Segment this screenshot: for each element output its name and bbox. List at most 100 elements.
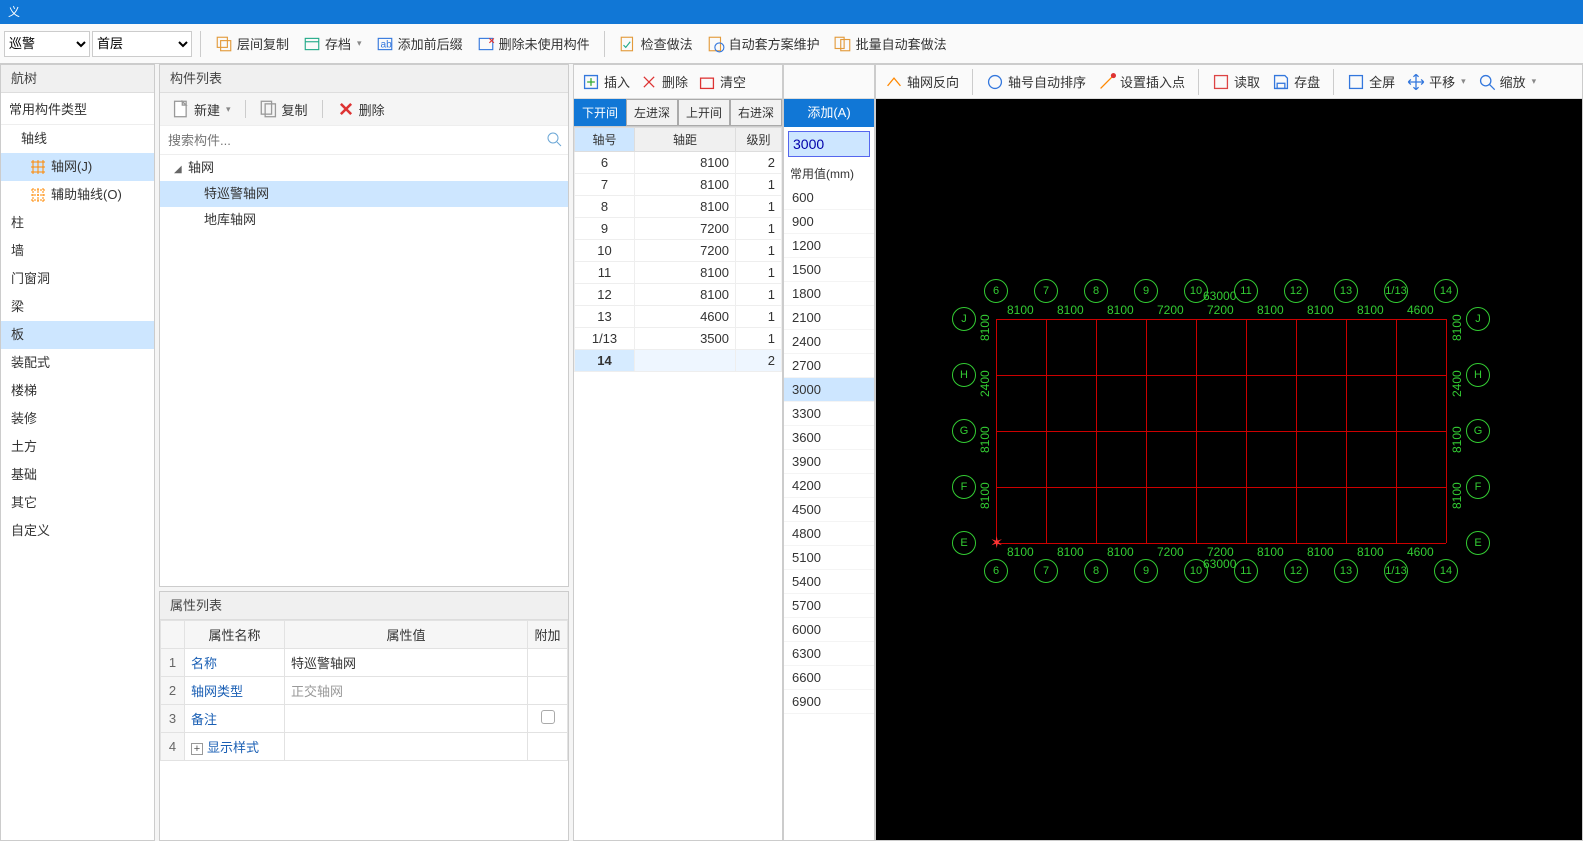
axis-col-distance[interactable]: 轴距 xyxy=(635,128,736,152)
add-value-input[interactable] xyxy=(789,132,869,156)
axis-row[interactable]: 14 2 xyxy=(575,350,782,372)
nav-prefab[interactable]: 装配式 xyxy=(1,349,154,377)
common-value-item[interactable]: 3600 xyxy=(784,426,874,450)
axis-distance[interactable]: 3500 xyxy=(635,328,736,350)
axis-number[interactable]: 6 xyxy=(575,152,635,174)
tree-leaf-selected[interactable]: 特巡警轴网 xyxy=(160,181,568,207)
save-button[interactable]: 存盘 xyxy=(1267,68,1325,96)
prop-extra[interactable] xyxy=(528,733,568,761)
common-value-item[interactable]: 1500 xyxy=(784,258,874,282)
pan-button[interactable]: 平移▾ xyxy=(1402,68,1471,96)
search-input[interactable] xyxy=(160,126,568,154)
new-button[interactable]: 新建▾ xyxy=(166,97,237,121)
axis-col-level[interactable]: 级别 xyxy=(736,128,782,152)
nav-decoration[interactable]: 装修 xyxy=(1,405,154,433)
axis-level[interactable]: 2 xyxy=(736,350,782,372)
axis-row[interactable]: 8 8100 1 xyxy=(575,196,782,218)
property-row[interactable]: 3 备注 xyxy=(161,705,568,733)
delete-axis-button[interactable]: 删除 xyxy=(636,68,692,96)
common-value-item[interactable]: 3900 xyxy=(784,450,874,474)
nav-other[interactable]: 其它 xyxy=(1,489,154,517)
common-value-item[interactable]: 4500 xyxy=(784,498,874,522)
common-value-item[interactable]: 3000 xyxy=(784,378,874,402)
axis-number[interactable]: 10 xyxy=(575,240,635,262)
common-value-item[interactable]: 2700 xyxy=(784,354,874,378)
axis-distance[interactable]: 4600 xyxy=(635,306,736,328)
delete-unused-button[interactable]: 删除未使用构件 xyxy=(471,30,596,58)
tab-bottom-bay[interactable]: 下开间 xyxy=(574,99,626,126)
collapse-icon[interactable]: ◢ xyxy=(174,157,184,183)
axis-distance[interactable]: 8100 xyxy=(635,152,736,174)
axis-level[interactable]: 1 xyxy=(736,174,782,196)
prop-extra[interactable] xyxy=(528,649,568,677)
common-value-item[interactable]: 1800 xyxy=(784,282,874,306)
expand-icon[interactable]: + xyxy=(191,743,203,755)
nav-custom[interactable]: 自定义 xyxy=(1,517,154,545)
axis-number[interactable]: 7 xyxy=(575,174,635,196)
nav-beam[interactable]: 梁 xyxy=(1,293,154,321)
axis-number[interactable]: 9 xyxy=(575,218,635,240)
nav-aux-axis[interactable]: 辅助轴线(O) xyxy=(1,181,154,209)
axis-distance[interactable]: 7200 xyxy=(635,240,736,262)
axis-number[interactable]: 8 xyxy=(575,196,635,218)
common-value-item[interactable]: 600 xyxy=(784,186,874,210)
axis-number[interactable]: 12 xyxy=(575,284,635,306)
axis-col-number[interactable]: 轴号 xyxy=(575,128,635,152)
common-value-item[interactable]: 2100 xyxy=(784,306,874,330)
common-value-item[interactable]: 2400 xyxy=(784,330,874,354)
common-value-item[interactable]: 5400 xyxy=(784,570,874,594)
axis-number[interactable]: 11 xyxy=(575,262,635,284)
insert-button[interactable]: 插入 xyxy=(578,68,634,96)
axis-distance[interactable]: 8100 xyxy=(635,174,736,196)
axis-row[interactable]: 12 8100 1 xyxy=(575,284,782,306)
auto-scheme-button[interactable]: 自动套方案维护 xyxy=(701,30,826,58)
common-value-item[interactable]: 5700 xyxy=(784,594,874,618)
axis-level[interactable]: 1 xyxy=(736,284,782,306)
property-row[interactable]: 2 轴网类型 正交轴网 xyxy=(161,677,568,705)
common-value-item[interactable]: 6900 xyxy=(784,690,874,714)
axis-row[interactable]: 6 8100 2 xyxy=(575,152,782,174)
axis-number[interactable]: 1/13 xyxy=(575,328,635,350)
axis-level[interactable]: 1 xyxy=(736,240,782,262)
common-value-item[interactable]: 4800 xyxy=(784,522,874,546)
check-method-button[interactable]: 检查做法 xyxy=(613,30,699,58)
copy-floors-button[interactable]: 层间复制 xyxy=(209,30,295,58)
prop-value[interactable] xyxy=(285,733,528,761)
checkbox[interactable] xyxy=(541,710,555,724)
axis-distance[interactable]: 8100 xyxy=(635,196,736,218)
nav-column[interactable]: 柱 xyxy=(1,209,154,237)
prop-value[interactable]: 正交轴网 xyxy=(285,677,528,705)
axis-distance[interactable]: 8100 xyxy=(635,284,736,306)
archive-button[interactable]: 存档▾ xyxy=(297,30,368,58)
axis-level[interactable]: 2 xyxy=(736,152,782,174)
clear-button[interactable]: 清空 xyxy=(694,68,750,96)
drawing-canvas[interactable]: 6681008100778100810088810081009972007200… xyxy=(876,99,1582,840)
axis-level[interactable]: 1 xyxy=(736,306,782,328)
axis-row[interactable]: 11 8100 1 xyxy=(575,262,782,284)
add-prefix-suffix-button[interactable]: ab添加前后缀 xyxy=(370,30,469,58)
axis-level[interactable]: 1 xyxy=(736,196,782,218)
search-icon[interactable] xyxy=(546,131,562,150)
auto-number-button[interactable]: 轴号自动排序 xyxy=(981,68,1091,96)
delete-button[interactable]: 删除 xyxy=(331,97,391,121)
axis-row[interactable]: 7 8100 1 xyxy=(575,174,782,196)
nav-foundation[interactable]: 基础 xyxy=(1,461,154,489)
set-insert-point-button[interactable]: 设置插入点 xyxy=(1093,68,1190,96)
axis-level[interactable]: 1 xyxy=(736,262,782,284)
axis-row[interactable]: 1/13 3500 1 xyxy=(575,328,782,350)
nav-earthwork[interactable]: 土方 xyxy=(1,433,154,461)
common-value-item[interactable]: 5100 xyxy=(784,546,874,570)
prop-extra[interactable] xyxy=(528,705,568,733)
prop-value[interactable] xyxy=(285,705,528,733)
copy-button[interactable]: 复制 xyxy=(254,97,314,121)
nav-axis-line[interactable]: 轴线 xyxy=(1,125,154,153)
zoom-button[interactable]: 缩放▾ xyxy=(1473,68,1542,96)
axis-number[interactable]: 13 xyxy=(575,306,635,328)
common-types-header[interactable]: 常用构件类型 xyxy=(1,93,154,125)
fullscreen-button[interactable]: 全屏 xyxy=(1342,68,1400,96)
common-value-item[interactable]: 6000 xyxy=(784,618,874,642)
add-button[interactable]: 添加(A) xyxy=(784,99,874,127)
tab-left-depth[interactable]: 左进深 xyxy=(626,99,678,126)
nav-wall[interactable]: 墙 xyxy=(1,237,154,265)
property-row[interactable]: 1 名称 特巡警轴网 xyxy=(161,649,568,677)
